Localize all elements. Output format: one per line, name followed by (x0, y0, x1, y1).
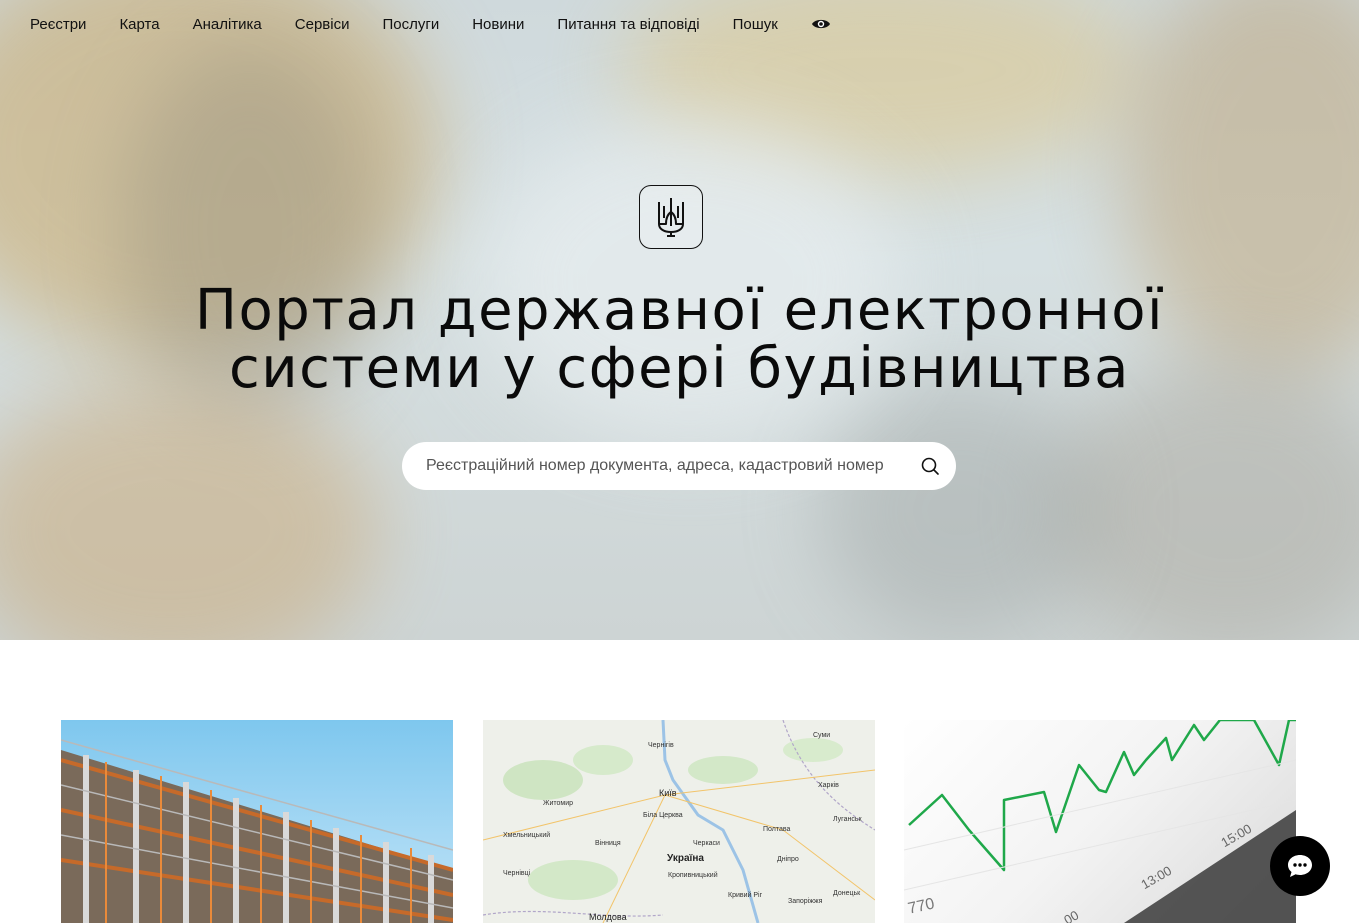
map-label: Дніпро (777, 856, 799, 863)
map-label: Суми (813, 732, 831, 739)
map-label: Чернігів (648, 742, 674, 749)
card-registries-image[interactable] (61, 720, 453, 923)
chat-button[interactable] (1270, 836, 1330, 896)
map-label: Біла Церква (643, 812, 683, 819)
chat-bubble-icon (1288, 855, 1312, 877)
map-graphic (483, 720, 875, 923)
construction-photo (61, 739, 453, 923)
nav-item-search[interactable]: Пошук (733, 16, 778, 33)
map-label: Україна (667, 853, 704, 864)
map-label: Вінниця (595, 840, 621, 847)
nav-item-news[interactable]: Новини (472, 16, 524, 33)
map-label: Черкаси (693, 840, 720, 847)
map-label: Запоріжжя (788, 898, 823, 905)
page-title: Портал державної електронної системи у с… (0, 282, 1359, 398)
nav-item-faq[interactable]: Питання та відповіді (557, 16, 699, 33)
card-map-image[interactable]: Чернігів Суми Житомир Київ Харків Полтав… (483, 720, 875, 923)
card-analytics-image[interactable]: 770 13:00 15:00 00 (904, 720, 1296, 923)
map-label: Харків (818, 782, 839, 789)
analytics-chart-graphic (904, 720, 1296, 923)
map-label: Молдова (589, 912, 627, 922)
search-bar (402, 442, 956, 490)
map-label: Луганськ (833, 816, 862, 823)
page-title-line-1: Портал державної електронної (194, 278, 1165, 343)
map-label: Донецьк (833, 890, 861, 897)
nav-item-analytics[interactable]: Аналітика (193, 16, 262, 33)
map-label: Кривий Ріг (728, 892, 763, 899)
map-label: Чернівці (503, 870, 531, 877)
search-icon[interactable] (920, 456, 940, 476)
hero-section: Реєстри Карта Аналітика Сервіси Послуги … (0, 0, 1359, 640)
eye-icon[interactable] (811, 17, 831, 31)
trident-icon (639, 185, 703, 249)
map-label: Хмельницький (503, 832, 551, 839)
top-navigation: Реєстри Карта Аналітика Сервіси Послуги … (0, 0, 831, 48)
map-label: Житомир (543, 800, 574, 807)
search-input[interactable] (426, 457, 910, 475)
page-title-line-2: системи у сфері будівництва (229, 336, 1130, 401)
nav-item-services[interactable]: Сервіси (295, 16, 350, 33)
map-label: Київ (659, 788, 677, 798)
nav-item-map[interactable]: Карта (119, 16, 159, 33)
nav-item-registries[interactable]: Реєстри (30, 16, 86, 33)
map-label: Полтава (763, 826, 791, 833)
map-label: Кропивницький (668, 872, 718, 879)
nav-item-public-services[interactable]: Послуги (382, 16, 439, 33)
